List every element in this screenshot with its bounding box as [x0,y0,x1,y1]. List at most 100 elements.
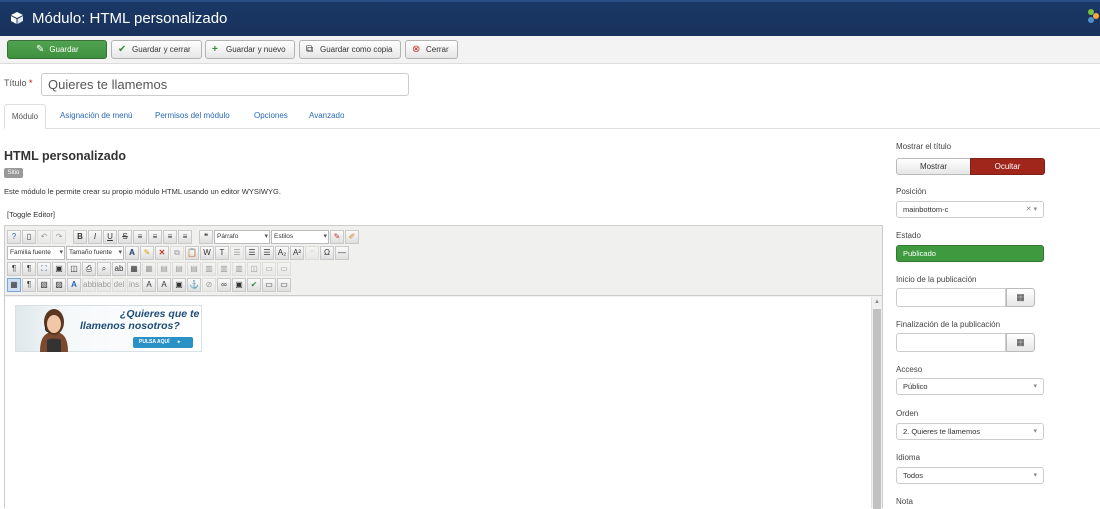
align-left-icon[interactable]: ≡ [133,229,147,244]
insert-layer-icon[interactable]: ◫ [67,261,81,276]
tab-asignacion-menu[interactable]: Asignación de menú [60,104,133,129]
joomla-logo-icon[interactable] [1086,8,1100,24]
align-right-icon[interactable]: ≡ [163,229,177,244]
fullscreen-icon[interactable]: ⛶ [37,261,51,276]
image-icon[interactable]: ▨ [52,277,66,292]
insert-image-icon[interactable]: ▣ [52,261,66,276]
close-button[interactable]: ⊗ Cerrar [405,40,458,59]
col-before-icon[interactable]: ▥ [202,261,216,276]
delete-row-icon[interactable]: ▤ [187,261,201,276]
paste-icon[interactable]: 📋 [185,245,199,260]
save-new-button[interactable]: + Guardar y nuevo [205,40,295,59]
position-select[interactable]: mainbottom-c ✕ ▾ [896,201,1044,218]
col-after-icon[interactable]: ▥ [217,261,231,276]
anchor-icon[interactable]: ⚓ [187,277,201,292]
print-icon[interactable]: ⎙ [82,261,96,276]
split-cells-icon[interactable]: ◫ [247,261,261,276]
font-size-select[interactable]: Tamaño fuente [66,245,124,260]
align-center-icon[interactable]: ≡ [148,229,162,244]
font-family-select[interactable]: Familia fuente [7,245,65,260]
horizontal-rule-icon[interactable]: — [335,245,349,260]
copy-icon[interactable]: ⧉ [170,245,184,260]
superscript-icon[interactable]: A² [290,245,304,260]
help-icon[interactable]: ? [7,229,21,244]
blockquote-icon[interactable]: ❝ [199,229,213,244]
call-us-banner-image[interactable]: ¿Quieres que te llamenos nosotros? PULSA… [15,305,202,352]
publish-down-input[interactable] [896,333,1006,352]
justify-icon[interactable]: ≡ [178,229,192,244]
styles-icon[interactable]: A [67,277,81,292]
highlight-icon[interactable]: ✎ [140,245,154,260]
clean-format-icon[interactable]: ✐ [345,229,359,244]
save-copy-button[interactable]: ⧉ Guardar como copia [299,40,401,59]
scroll-up-icon[interactable]: ▲ [873,297,881,307]
format-select[interactable]: Párrafo [214,229,270,244]
attributes-icon[interactable]: A [142,277,156,292]
delete-col-icon[interactable]: ▥ [232,261,246,276]
table-props-icon[interactable]: ▦ [142,261,156,276]
tab-permisos[interactable]: Permisos del módulo [155,104,230,129]
editor-scrollbar[interactable]: ▲ [871,297,882,509]
calendar-icon[interactable]: ▦ [1006,333,1035,352]
ltr-icon[interactable]: ¶ [7,261,21,276]
link-icon[interactable]: ∞ [217,277,231,292]
visual-aid-icon[interactable]: ▦ [7,277,21,292]
save-close-button[interactable]: ✔ Guardar y cerrar [111,40,202,59]
abbr-icon[interactable]: abbr [82,277,99,292]
spellcheck-icon[interactable]: ✔ [247,277,261,292]
language-select[interactable]: Todos ▾ [896,467,1044,484]
undo-icon[interactable]: ↶ [37,229,51,244]
read-more-icon[interactable]: ▭ [277,277,291,292]
underline-icon[interactable]: U [103,229,117,244]
show-title-button[interactable]: Mostrar [896,158,971,175]
template-icon[interactable]: ▧ [37,277,51,292]
hide-title-button[interactable]: Ocultar [970,158,1045,175]
bullet-list-icon[interactable]: ☰ [245,245,259,260]
save-button[interactable]: ✎ Guardar [7,40,107,59]
strikethrough-icon[interactable]: S [118,229,132,244]
unlink-icon[interactable]: ⊘ [202,277,216,292]
ordering-select[interactable]: 2. Quieres te llamemos ▾ [896,423,1044,440]
style-props-icon[interactable]: A [157,277,171,292]
tab-opciones[interactable]: Opciones [254,104,288,129]
paste-word-icon[interactable]: W [200,245,214,260]
ins-icon[interactable]: ins [127,277,141,292]
list-icon[interactable]: ☰ [230,245,244,260]
new-document-icon[interactable]: ▯ [22,229,36,244]
acronym-icon[interactable]: abc [97,277,111,292]
tab-avanzado[interactable]: Avanzado [309,104,344,129]
publish-up-input[interactable] [896,288,1006,307]
paste-text-icon[interactable]: T [215,245,229,260]
special-chars-disabled-icon[interactable]: ⁻ [305,245,319,260]
row-after-icon[interactable]: ▤ [172,261,186,276]
replace-icon[interactable]: ab [112,261,126,276]
toggle-editor-link[interactable]: [Toggle Editor] [7,210,55,219]
cell-props-icon[interactable]: ▭ [277,261,291,276]
status-select[interactable]: Publicado [896,245,1044,262]
numbered-list-icon[interactable]: ☰ [260,245,274,260]
access-select[interactable]: Público ▾ [896,378,1044,395]
title-input[interactable]: Quieres te llamemos [41,73,409,96]
page-break-icon[interactable]: ▭ [262,277,276,292]
scrollbar-thumb[interactable] [873,309,881,509]
del-icon[interactable]: del [112,277,126,292]
eraser-icon[interactable]: ✎ [330,229,344,244]
table-icon[interactable]: ▦ [127,261,141,276]
media-icon[interactable]: ▣ [172,277,186,292]
show-blocks-icon[interactable]: ¶ [22,277,36,292]
text-color-icon[interactable]: A [125,245,139,260]
find-icon[interactable]: ⌕ [97,261,111,276]
styles-select[interactable]: Estilos [271,229,329,244]
subscript-icon[interactable]: A₂ [275,245,289,260]
calendar-icon[interactable]: ▦ [1006,288,1035,307]
italic-icon[interactable]: I [88,229,102,244]
merge-cells-icon[interactable]: ▭ [262,261,276,276]
clear-chevron-icon[interactable]: ✕ ▾ [1026,202,1037,217]
editor-content-area[interactable]: ¿Quieres que te llamenos nosotros? PULSA… [5,297,871,508]
redo-icon[interactable]: ↷ [52,229,66,244]
bold-icon[interactable]: B [73,229,87,244]
row-before-icon[interactable]: ▤ [157,261,171,276]
cut-icon[interactable]: ✕ [155,245,169,260]
insert-image-2-icon[interactable]: ▣ [232,277,246,292]
rtl-icon[interactable]: ¶ [22,261,36,276]
